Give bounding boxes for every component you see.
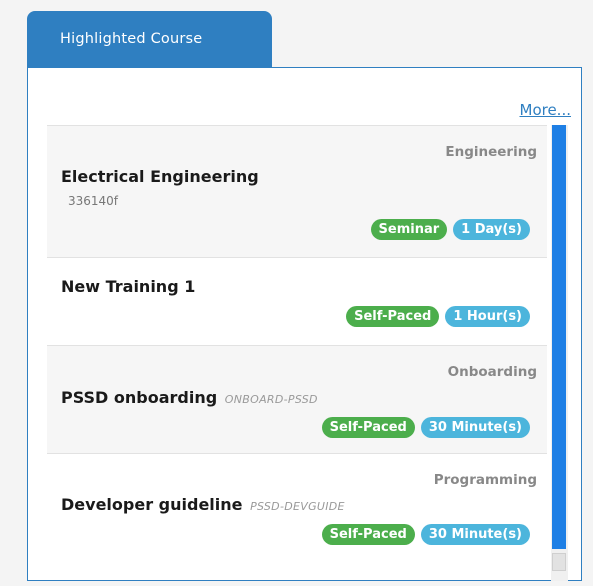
course-duration-badge: 1 Day(s) (453, 219, 530, 240)
course-category: Onboarding (447, 364, 537, 380)
course-code: 336140f (68, 194, 119, 208)
course-item-electrical-engineering[interactable]: Engineering Electrical Engineering 33614… (47, 125, 547, 257)
course-duration-badge: 1 Hour(s) (445, 306, 530, 327)
tab-highlighted-course[interactable]: Highlighted Course (27, 11, 272, 67)
course-list: Engineering Electrical Engineering 33614… (47, 125, 548, 565)
course-list-scrollbar[interactable] (551, 125, 568, 581)
course-category: Programming (433, 472, 537, 488)
course-title-text: New Training 1 (61, 277, 196, 296)
course-panel: More... Engineering Electrical Engineeri… (27, 67, 582, 581)
course-badges: Seminar 1 Day(s) (370, 219, 530, 240)
course-badges: Self-Paced 30 Minute(s) (321, 417, 530, 438)
course-item-pssd-onboarding[interactable]: Onboarding PSSD onboarding ONBOARD-PSSD … (47, 345, 547, 453)
scrollbar-track-end[interactable] (552, 553, 566, 571)
highlighted-course-widget: Highlighted Course More... Engineering E… (27, 11, 582, 581)
course-duration-badge: 30 Minute(s) (420, 524, 530, 545)
course-title: New Training 1 (61, 277, 195, 296)
course-item-new-training-1[interactable]: New Training 1 Self-Paced 1 Hour(s) (47, 257, 547, 345)
course-type-badge: Self-Paced (321, 524, 415, 545)
course-title-text: Electrical Engineering (61, 167, 259, 186)
course-code: ONBOARD-PSSD (224, 393, 318, 406)
course-duration-badge: 30 Minute(s) (420, 417, 530, 438)
course-category: Engineering (445, 144, 537, 160)
course-item-developer-guideline[interactable]: Programming Developer guideline PSSD-DEV… (47, 453, 547, 565)
course-title: Developer guideline PSSD-DEVGUIDE (61, 495, 345, 514)
more-link[interactable]: More... (520, 101, 572, 119)
course-title-text: Developer guideline (61, 495, 243, 514)
course-title: PSSD onboarding ONBOARD-PSSD (61, 388, 318, 407)
course-badges: Self-Paced 30 Minute(s) (321, 524, 530, 545)
scrollbar-thumb[interactable] (552, 125, 566, 549)
course-code: PSSD-DEVGUIDE (250, 500, 345, 513)
course-type-badge: Self-Paced (321, 417, 415, 438)
course-type-badge: Seminar (370, 219, 448, 240)
course-title: Electrical Engineering (61, 167, 259, 186)
course-badges: Self-Paced 1 Hour(s) (346, 306, 530, 327)
course-type-badge: Self-Paced (346, 306, 440, 327)
course-title-text: PSSD onboarding (61, 388, 218, 407)
